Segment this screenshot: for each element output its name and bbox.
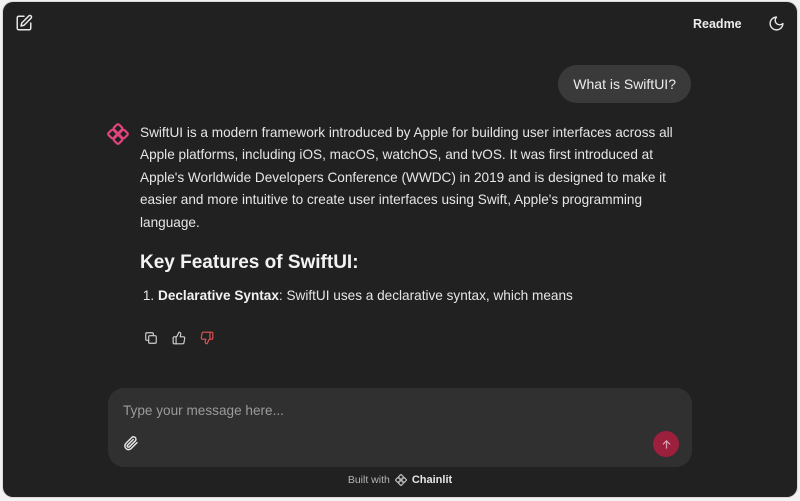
thumbs-up-button[interactable] <box>168 327 190 349</box>
message-composer <box>108 388 692 467</box>
assistant-message: SwiftUI is a modern framework introduced… <box>140 122 690 307</box>
new-chat-button[interactable] <box>10 9 38 37</box>
thumbs-down-button[interactable] <box>196 327 218 349</box>
list-item: Declarative Syntax: SwiftUI uses a decla… <box>158 285 690 307</box>
feature-list: Declarative Syntax: SwiftUI uses a decla… <box>140 285 690 307</box>
thumbs-up-icon <box>172 331 186 345</box>
paperclip-icon <box>124 436 138 451</box>
assistant-heading: Key Features of SwiftUI: <box>140 252 359 274</box>
assistant-paragraph: SwiftUI is a modern framework introduced… <box>140 125 673 230</box>
message-actions <box>140 327 218 349</box>
chainlit-brand-link[interactable]: Chainlit <box>412 474 452 486</box>
chat-window: Readme What is SwiftUI? SwiftUI is a mod… <box>3 2 797 497</box>
attach-button[interactable] <box>121 432 141 454</box>
readme-button[interactable]: Readme <box>693 14 742 34</box>
edit-square-icon <box>16 14 33 31</box>
footer: Built with Chainlit <box>3 472 797 488</box>
send-button[interactable] <box>653 431 679 457</box>
copy-button[interactable] <box>140 327 162 349</box>
chainlit-logo-icon <box>107 123 129 145</box>
copy-icon <box>145 332 157 344</box>
arrow-up-icon <box>662 439 670 449</box>
theme-toggle-button[interactable] <box>762 9 790 37</box>
list-item-term: Declarative Syntax <box>158 288 279 304</box>
thumbs-down-icon <box>200 331 214 345</box>
user-message: What is SwiftUI? <box>558 65 691 103</box>
message-input[interactable] <box>121 398 665 422</box>
moon-icon <box>768 15 784 31</box>
built-with-label: Built with <box>347 474 390 486</box>
assistant-avatar <box>107 123 129 145</box>
chainlit-logo-icon <box>394 474 407 486</box>
list-item-text: : SwiftUI uses a declarative syntax, whi… <box>278 288 573 304</box>
